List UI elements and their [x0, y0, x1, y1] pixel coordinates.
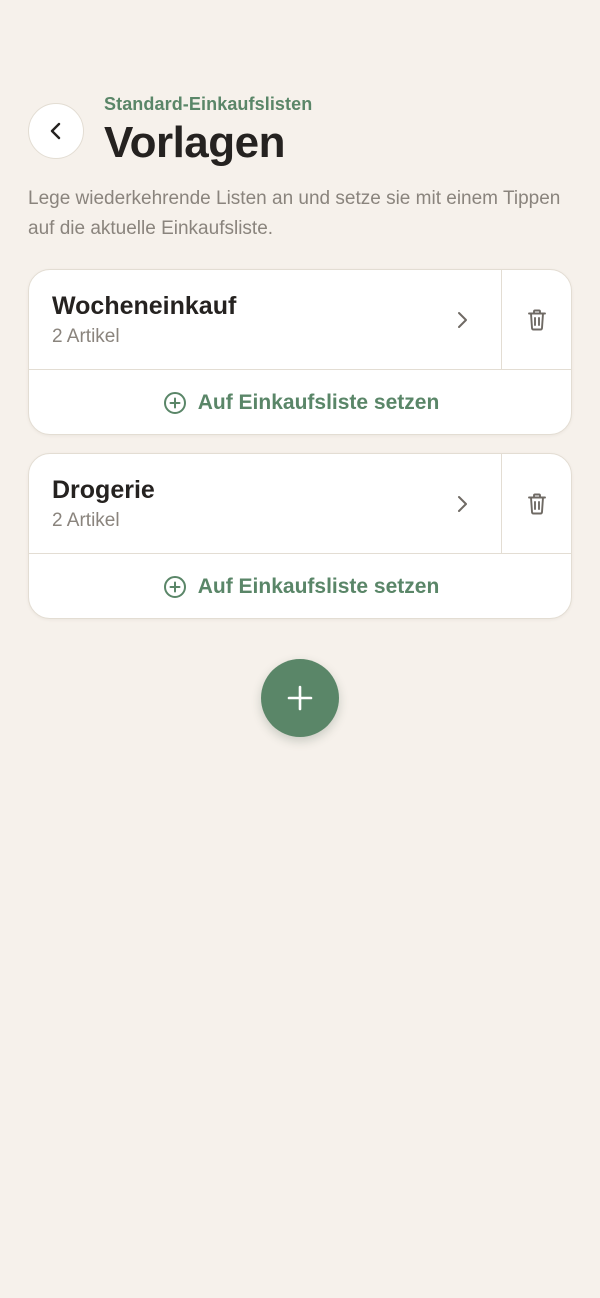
page-subtitle: Standard-Einkaufslisten — [104, 94, 313, 114]
template-item-count: 2 Artikel — [52, 326, 120, 347]
delete-template-button[interactable] — [502, 454, 571, 553]
template-card: Wocheneinkauf 2 Artikel Auf Einkaufslist… — [28, 269, 572, 435]
template-item-count: 2 Artikel — [52, 510, 120, 531]
add-template-button[interactable] — [261, 659, 339, 737]
template-card-header: Wocheneinkauf 2 Artikel — [29, 270, 571, 370]
open-template-button[interactable]: Wocheneinkauf 2 Artikel — [29, 270, 501, 369]
open-template-button[interactable]: Drogerie 2 Artikel — [29, 454, 501, 553]
apply-to-list-label: Auf Einkaufsliste setzen — [197, 390, 440, 414]
trash-icon — [528, 309, 546, 330]
template-card: Drogerie 2 Artikel Auf Einkaufsliste set… — [28, 453, 572, 619]
page-description: Lege wiederkehrende Listen an und setze … — [28, 188, 561, 239]
chevron-left-icon — [50, 122, 61, 140]
template-name: Drogerie — [52, 476, 155, 504]
apply-to-list-label: Auf Einkaufsliste setzen — [197, 574, 440, 598]
plus-circle-icon — [163, 391, 186, 414]
template-card-header: Drogerie 2 Artikel — [29, 454, 571, 554]
template-name: Wocheneinkauf — [52, 292, 237, 320]
plus-icon — [287, 685, 313, 711]
chevron-right-icon — [458, 312, 467, 328]
back-button[interactable] — [28, 103, 84, 159]
apply-to-list-button[interactable]: Auf Einkaufsliste setzen — [29, 554, 571, 618]
delete-template-button[interactable] — [502, 270, 571, 369]
page-title: Vorlagen — [104, 118, 286, 167]
plus-circle-icon — [163, 575, 186, 598]
trash-icon — [528, 493, 546, 514]
page-header: Standard-Einkaufslisten Vorlagen — [28, 94, 572, 167]
apply-to-list-button[interactable]: Auf Einkaufsliste setzen — [29, 370, 571, 434]
chevron-right-icon — [458, 496, 467, 512]
